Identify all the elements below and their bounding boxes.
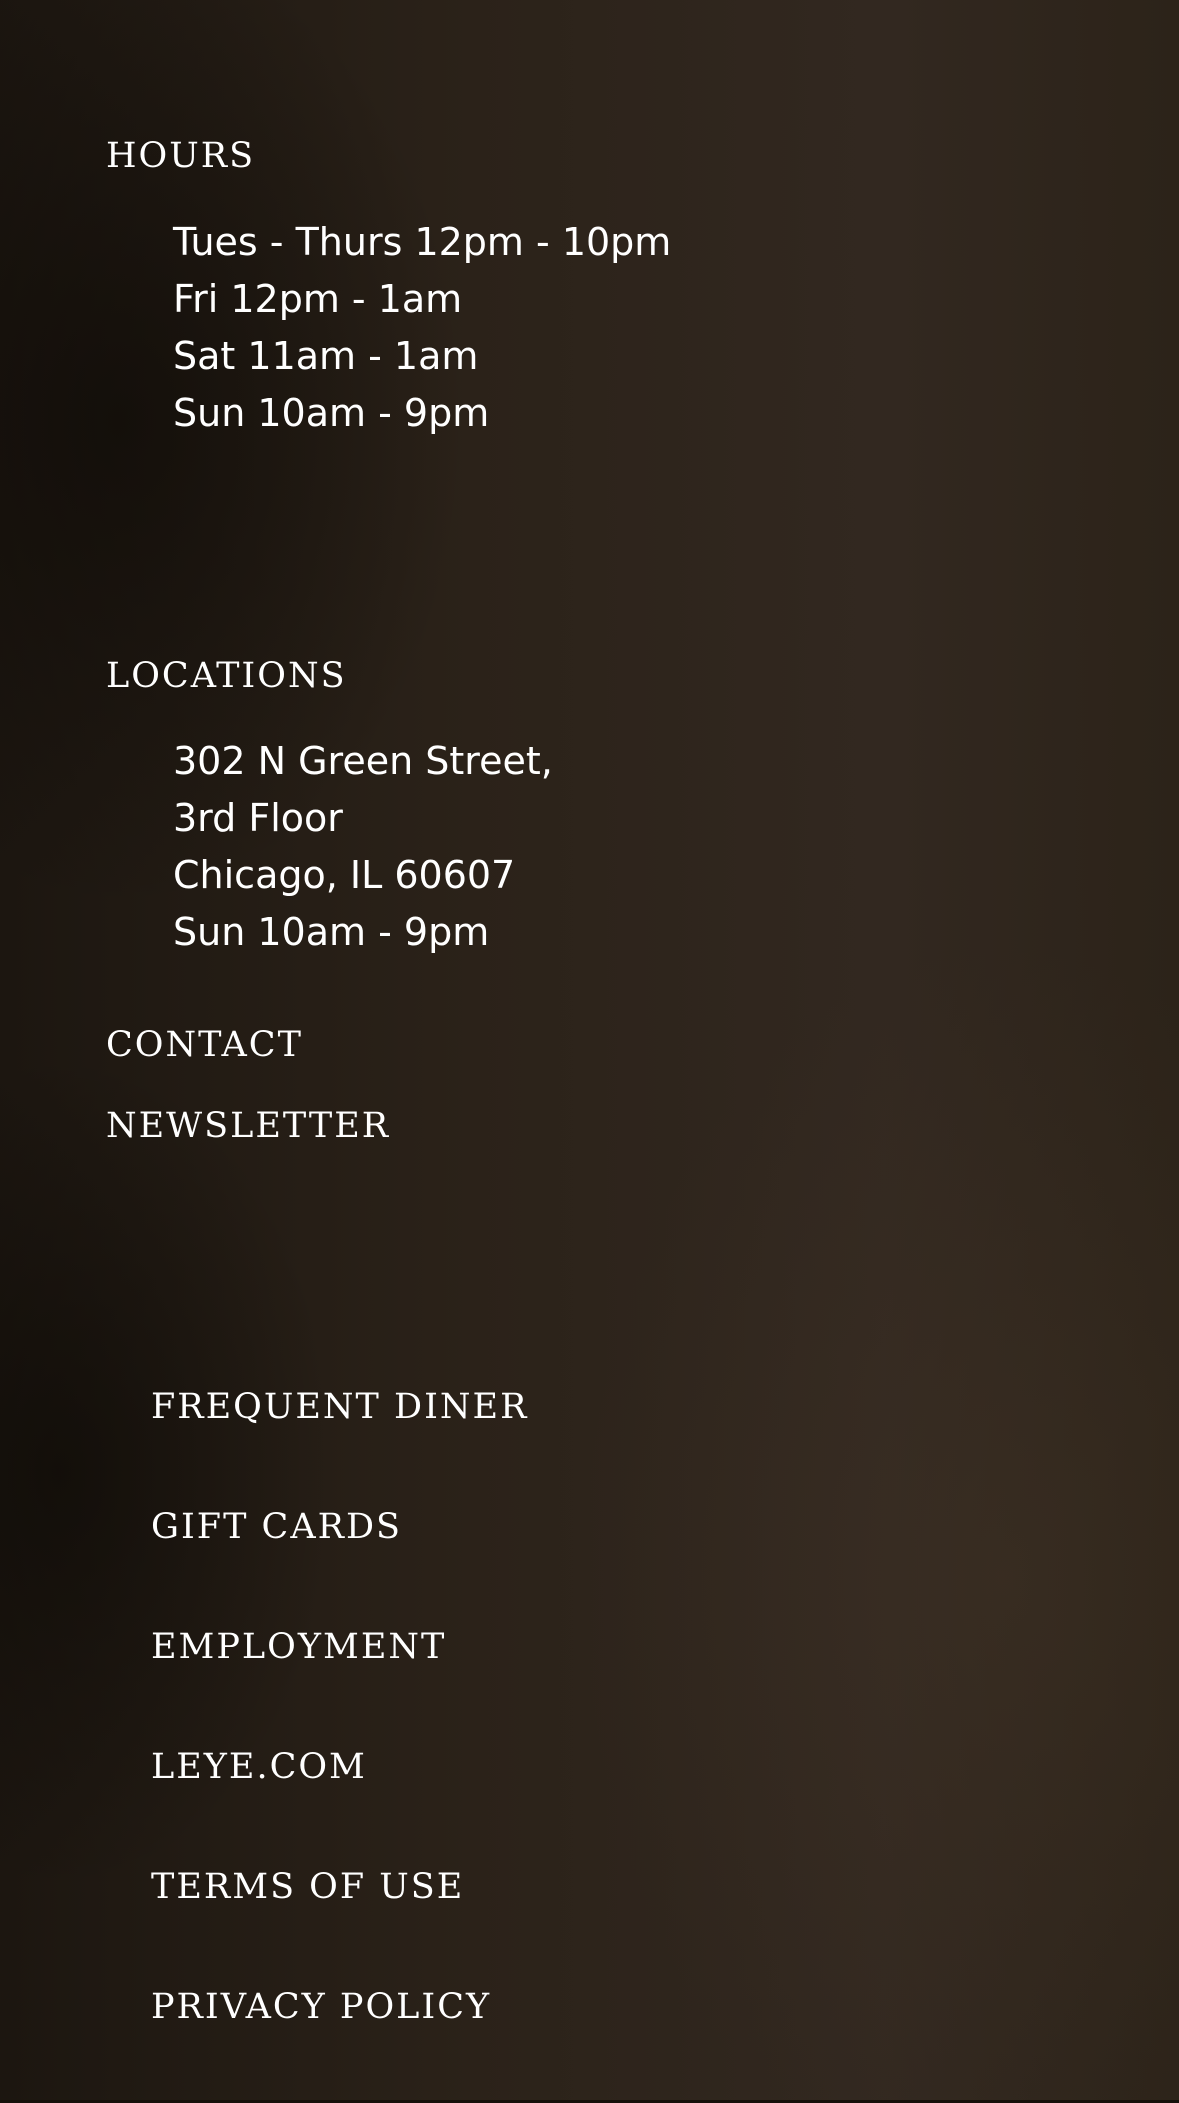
- privacy-policy-link[interactable]: PRIVACY POLICY: [151, 1982, 528, 2102]
- address-line: Chicago, IL 60607: [173, 853, 516, 897]
- newsletter-link[interactable]: NEWSLETTER: [106, 1106, 390, 1146]
- locations-heading: LOCATIONS: [106, 656, 347, 696]
- frequent-diner-link[interactable]: FREQUENT DINER: [151, 1382, 528, 1502]
- terms-of-use-link[interactable]: TERMS OF USE: [151, 1862, 528, 1982]
- gift-cards-link[interactable]: GIFT CARDS: [151, 1502, 528, 1622]
- address-line: 302 N Green Street,: [173, 739, 553, 783]
- hours-line: Sun 10am - 9pm: [173, 391, 490, 435]
- hours-list: Tues - Thurs 12pm - 10pm Fri 12pm - 1am …: [173, 214, 671, 442]
- hours-line: Fri 12pm - 1am: [173, 277, 463, 321]
- hours-line: Sat 11am - 1am: [173, 334, 479, 378]
- leye-com-link[interactable]: LEYE.COM: [151, 1742, 528, 1862]
- locations-list: 302 N Green Street, 3rd Floor Chicago, I…: [173, 733, 553, 961]
- location-hours-line: Sun 10am - 9pm: [173, 910, 490, 954]
- hours-heading: HOURS: [106, 136, 256, 176]
- address-line: 3rd Floor: [173, 796, 343, 840]
- hours-line: Tues - Thurs 12pm - 10pm: [173, 220, 672, 264]
- employment-link[interactable]: EMPLOYMENT: [151, 1622, 528, 1742]
- contact-link[interactable]: CONTACT: [106, 1025, 303, 1065]
- footer-links: FREQUENT DINER GIFT CARDS EMPLOYMENT LEY…: [151, 1382, 528, 2102]
